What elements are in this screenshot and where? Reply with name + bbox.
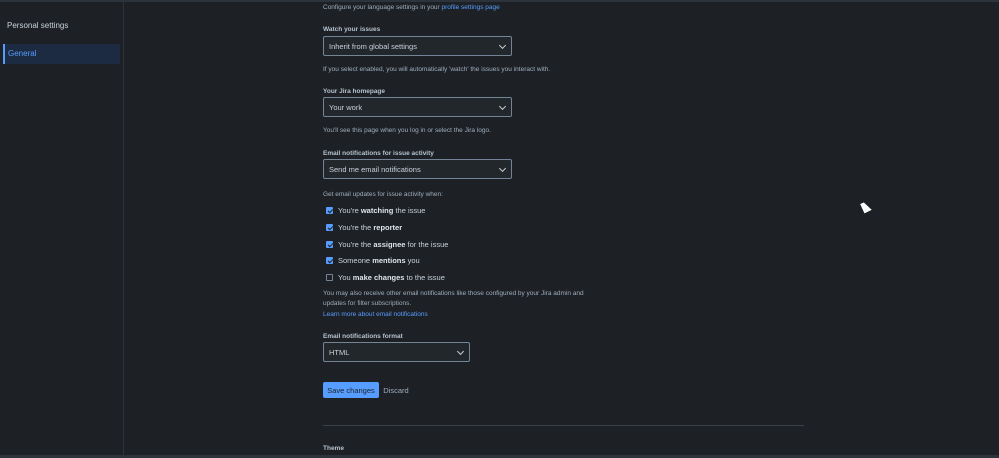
email-format-value: HTML <box>329 348 350 357</box>
top-border <box>0 0 999 2</box>
language-settings-text: Configure your language settings in your… <box>323 4 500 11</box>
email-format-select[interactable]: HTML <box>323 342 470 362</box>
email-note-line1: You may also receive other email notific… <box>323 290 584 297</box>
watch-issues-value: Inherit from global settings <box>329 42 417 51</box>
checkbox-checked-icon[interactable] <box>326 257 333 264</box>
checkbox-checked-icon[interactable] <box>326 207 333 214</box>
chevron-down-icon <box>498 164 507 173</box>
jira-homepage-select[interactable]: Your work <box>323 97 512 117</box>
save-changes-button[interactable]: Save changes <box>323 382 379 398</box>
email-format-label: Email notifications format <box>323 333 403 340</box>
checkbox-checked-icon[interactable] <box>326 224 333 231</box>
chevron-down-icon <box>456 347 465 356</box>
sidebar-title: Personal settings <box>7 21 69 30</box>
theme-heading: Theme <box>323 445 344 452</box>
email-note-line2: updates for filter subscriptions. <box>323 300 412 307</box>
checkbox-checked-icon[interactable] <box>326 241 333 248</box>
email-activity-select[interactable]: Send me email notifications <box>323 159 512 179</box>
checkbox-unchecked-icon[interactable] <box>326 274 333 281</box>
chevron-down-icon <box>498 41 507 50</box>
chevron-down-icon <box>498 102 507 111</box>
mouse-cursor-icon <box>860 200 872 214</box>
email-activity-value: Send me email notifications <box>329 165 421 174</box>
jira-homepage-value: Your work <box>329 103 363 112</box>
sidebar-item-general[interactable]: General <box>3 44 120 64</box>
email-activity-label: Email notifications for issue activity <box>323 150 434 157</box>
profile-settings-link[interactable]: profile settings page <box>442 4 500 11</box>
watch-issues-label: Watch your issues <box>323 26 381 33</box>
email-activity-intro: Get email updates for issue activity whe… <box>323 191 443 198</box>
jira-homepage-help: You'll see this page when you log in or … <box>323 127 491 134</box>
discard-button[interactable]: Discard <box>381 382 411 398</box>
sidebar-item-label: General <box>8 49 37 58</box>
watch-issues-help: If you select enabled, you will automati… <box>323 66 551 73</box>
section-divider <box>323 425 804 426</box>
sidebar: Personal settings General <box>0 0 124 458</box>
learn-more-email-link[interactable]: Learn more about email notifications <box>323 311 428 318</box>
jira-homepage-label: Your Jira homepage <box>323 88 386 95</box>
watch-issues-select[interactable]: Inherit from global settings <box>323 36 512 56</box>
